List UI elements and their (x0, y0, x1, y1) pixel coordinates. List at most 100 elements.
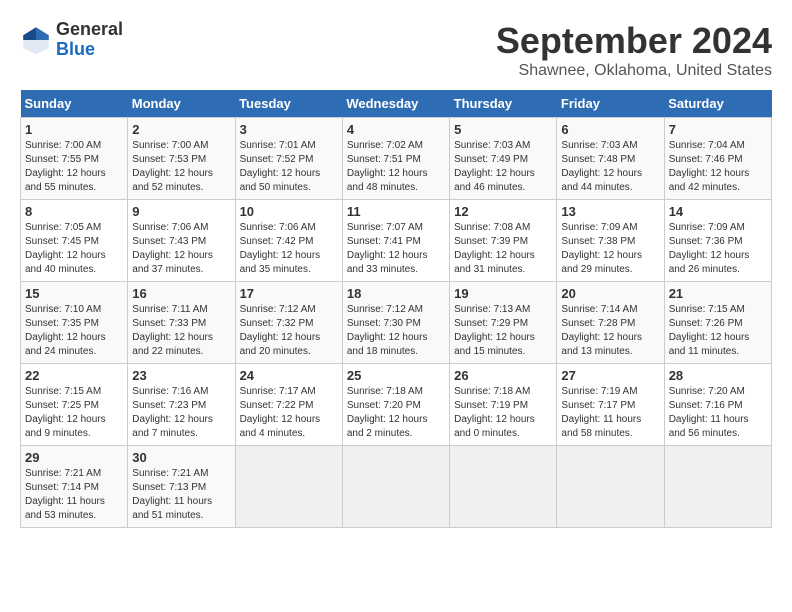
day-number: 16 (132, 286, 230, 301)
day-info: Sunrise: 7:18 AM Sunset: 7:19 PM Dayligh… (454, 385, 552, 441)
calendar-cell (664, 446, 771, 528)
calendar-cell: 5 Sunrise: 7:03 AM Sunset: 7:49 PM Dayli… (450, 118, 557, 200)
day-info: Sunrise: 7:05 AM Sunset: 7:45 PM Dayligh… (25, 221, 123, 277)
day-info: Sunrise: 7:00 AM Sunset: 7:53 PM Dayligh… (132, 139, 230, 195)
calendar-cell: 18 Sunrise: 7:12 AM Sunset: 7:30 PM Dayl… (342, 282, 449, 364)
day-info: Sunrise: 7:20 AM Sunset: 7:16 PM Dayligh… (669, 385, 767, 441)
calendar-cell: 27 Sunrise: 7:19 AM Sunset: 7:17 PM Dayl… (557, 364, 664, 446)
calendar-cell: 17 Sunrise: 7:12 AM Sunset: 7:32 PM Dayl… (235, 282, 342, 364)
calendar-cell: 15 Sunrise: 7:10 AM Sunset: 7:35 PM Dayl… (21, 282, 128, 364)
day-number: 26 (454, 368, 552, 383)
day-info: Sunrise: 7:03 AM Sunset: 7:48 PM Dayligh… (561, 139, 659, 195)
calendar-cell: 11 Sunrise: 7:07 AM Sunset: 7:41 PM Dayl… (342, 200, 449, 282)
day-number: 6 (561, 122, 659, 137)
day-info: Sunrise: 7:01 AM Sunset: 7:52 PM Dayligh… (240, 139, 338, 195)
calendar-header-row: SundayMondayTuesdayWednesdayThursdayFrid… (21, 90, 772, 118)
day-number: 3 (240, 122, 338, 137)
day-number: 28 (669, 368, 767, 383)
day-number: 1 (25, 122, 123, 137)
day-info: Sunrise: 7:06 AM Sunset: 7:43 PM Dayligh… (132, 221, 230, 277)
calendar-cell: 2 Sunrise: 7:00 AM Sunset: 7:53 PM Dayli… (128, 118, 235, 200)
calendar-cell (342, 446, 449, 528)
day-info: Sunrise: 7:13 AM Sunset: 7:29 PM Dayligh… (454, 303, 552, 359)
day-number: 25 (347, 368, 445, 383)
calendar-week-row: 15 Sunrise: 7:10 AM Sunset: 7:35 PM Dayl… (21, 282, 772, 364)
calendar-cell: 13 Sunrise: 7:09 AM Sunset: 7:38 PM Dayl… (557, 200, 664, 282)
calendar-cell: 20 Sunrise: 7:14 AM Sunset: 7:28 PM Dayl… (557, 282, 664, 364)
day-number: 12 (454, 204, 552, 219)
day-number: 24 (240, 368, 338, 383)
day-number: 21 (669, 286, 767, 301)
day-info: Sunrise: 7:15 AM Sunset: 7:25 PM Dayligh… (25, 385, 123, 441)
day-info: Sunrise: 7:19 AM Sunset: 7:17 PM Dayligh… (561, 385, 659, 441)
logo-blue-text: Blue (56, 39, 95, 59)
location-title: Shawnee, Oklahoma, United States (496, 62, 772, 80)
calendar-cell: 6 Sunrise: 7:03 AM Sunset: 7:48 PM Dayli… (557, 118, 664, 200)
day-number: 10 (240, 204, 338, 219)
day-number: 17 (240, 286, 338, 301)
day-number: 27 (561, 368, 659, 383)
day-number: 20 (561, 286, 659, 301)
calendar-cell (557, 446, 664, 528)
calendar-cell (235, 446, 342, 528)
month-title: September 2024 (496, 20, 772, 62)
day-number: 15 (25, 286, 123, 301)
logo: General Blue (20, 20, 123, 60)
calendar-day-header: Monday (128, 90, 235, 118)
calendar-cell: 10 Sunrise: 7:06 AM Sunset: 7:42 PM Dayl… (235, 200, 342, 282)
day-number: 22 (25, 368, 123, 383)
day-info: Sunrise: 7:16 AM Sunset: 7:23 PM Dayligh… (132, 385, 230, 441)
calendar-cell: 3 Sunrise: 7:01 AM Sunset: 7:52 PM Dayli… (235, 118, 342, 200)
calendar-cell: 14 Sunrise: 7:09 AM Sunset: 7:36 PM Dayl… (664, 200, 771, 282)
calendar-cell: 19 Sunrise: 7:13 AM Sunset: 7:29 PM Dayl… (450, 282, 557, 364)
day-info: Sunrise: 7:17 AM Sunset: 7:22 PM Dayligh… (240, 385, 338, 441)
calendar-week-row: 8 Sunrise: 7:05 AM Sunset: 7:45 PM Dayli… (21, 200, 772, 282)
day-info: Sunrise: 7:12 AM Sunset: 7:32 PM Dayligh… (240, 303, 338, 359)
calendar-day-header: Thursday (450, 90, 557, 118)
day-info: Sunrise: 7:14 AM Sunset: 7:28 PM Dayligh… (561, 303, 659, 359)
calendar-cell: 4 Sunrise: 7:02 AM Sunset: 7:51 PM Dayli… (342, 118, 449, 200)
calendar-cell: 25 Sunrise: 7:18 AM Sunset: 7:20 PM Dayl… (342, 364, 449, 446)
calendar-cell: 16 Sunrise: 7:11 AM Sunset: 7:33 PM Dayl… (128, 282, 235, 364)
day-number: 13 (561, 204, 659, 219)
calendar-cell: 23 Sunrise: 7:16 AM Sunset: 7:23 PM Dayl… (128, 364, 235, 446)
calendar-cell: 9 Sunrise: 7:06 AM Sunset: 7:43 PM Dayli… (128, 200, 235, 282)
calendar-cell: 22 Sunrise: 7:15 AM Sunset: 7:25 PM Dayl… (21, 364, 128, 446)
calendar-cell: 26 Sunrise: 7:18 AM Sunset: 7:19 PM Dayl… (450, 364, 557, 446)
calendar-week-row: 22 Sunrise: 7:15 AM Sunset: 7:25 PM Dayl… (21, 364, 772, 446)
logo-icon (20, 24, 52, 56)
calendar-day-header: Sunday (21, 90, 128, 118)
day-info: Sunrise: 7:21 AM Sunset: 7:13 PM Dayligh… (132, 467, 230, 523)
title-section: September 2024 Shawnee, Oklahoma, United… (496, 20, 772, 80)
day-number: 11 (347, 204, 445, 219)
day-info: Sunrise: 7:07 AM Sunset: 7:41 PM Dayligh… (347, 221, 445, 277)
day-info: Sunrise: 7:21 AM Sunset: 7:14 PM Dayligh… (25, 467, 123, 523)
calendar-week-row: 1 Sunrise: 7:00 AM Sunset: 7:55 PM Dayli… (21, 118, 772, 200)
calendar-day-header: Tuesday (235, 90, 342, 118)
day-info: Sunrise: 7:15 AM Sunset: 7:26 PM Dayligh… (669, 303, 767, 359)
day-info: Sunrise: 7:03 AM Sunset: 7:49 PM Dayligh… (454, 139, 552, 195)
calendar-cell: 24 Sunrise: 7:17 AM Sunset: 7:22 PM Dayl… (235, 364, 342, 446)
day-number: 30 (132, 450, 230, 465)
day-number: 9 (132, 204, 230, 219)
day-number: 23 (132, 368, 230, 383)
day-info: Sunrise: 7:11 AM Sunset: 7:33 PM Dayligh… (132, 303, 230, 359)
calendar-cell: 7 Sunrise: 7:04 AM Sunset: 7:46 PM Dayli… (664, 118, 771, 200)
day-info: Sunrise: 7:02 AM Sunset: 7:51 PM Dayligh… (347, 139, 445, 195)
day-number: 8 (25, 204, 123, 219)
calendar-cell (450, 446, 557, 528)
day-info: Sunrise: 7:06 AM Sunset: 7:42 PM Dayligh… (240, 221, 338, 277)
calendar-day-header: Wednesday (342, 90, 449, 118)
day-info: Sunrise: 7:10 AM Sunset: 7:35 PM Dayligh… (25, 303, 123, 359)
day-number: 5 (454, 122, 552, 137)
calendar-day-header: Saturday (664, 90, 771, 118)
calendar-cell: 21 Sunrise: 7:15 AM Sunset: 7:26 PM Dayl… (664, 282, 771, 364)
day-number: 7 (669, 122, 767, 137)
day-number: 4 (347, 122, 445, 137)
calendar-table: SundayMondayTuesdayWednesdayThursdayFrid… (20, 90, 772, 528)
calendar-week-row: 29 Sunrise: 7:21 AM Sunset: 7:14 PM Dayl… (21, 446, 772, 528)
calendar-cell: 28 Sunrise: 7:20 AM Sunset: 7:16 PM Dayl… (664, 364, 771, 446)
day-number: 2 (132, 122, 230, 137)
calendar-cell: 12 Sunrise: 7:08 AM Sunset: 7:39 PM Dayl… (450, 200, 557, 282)
day-number: 19 (454, 286, 552, 301)
